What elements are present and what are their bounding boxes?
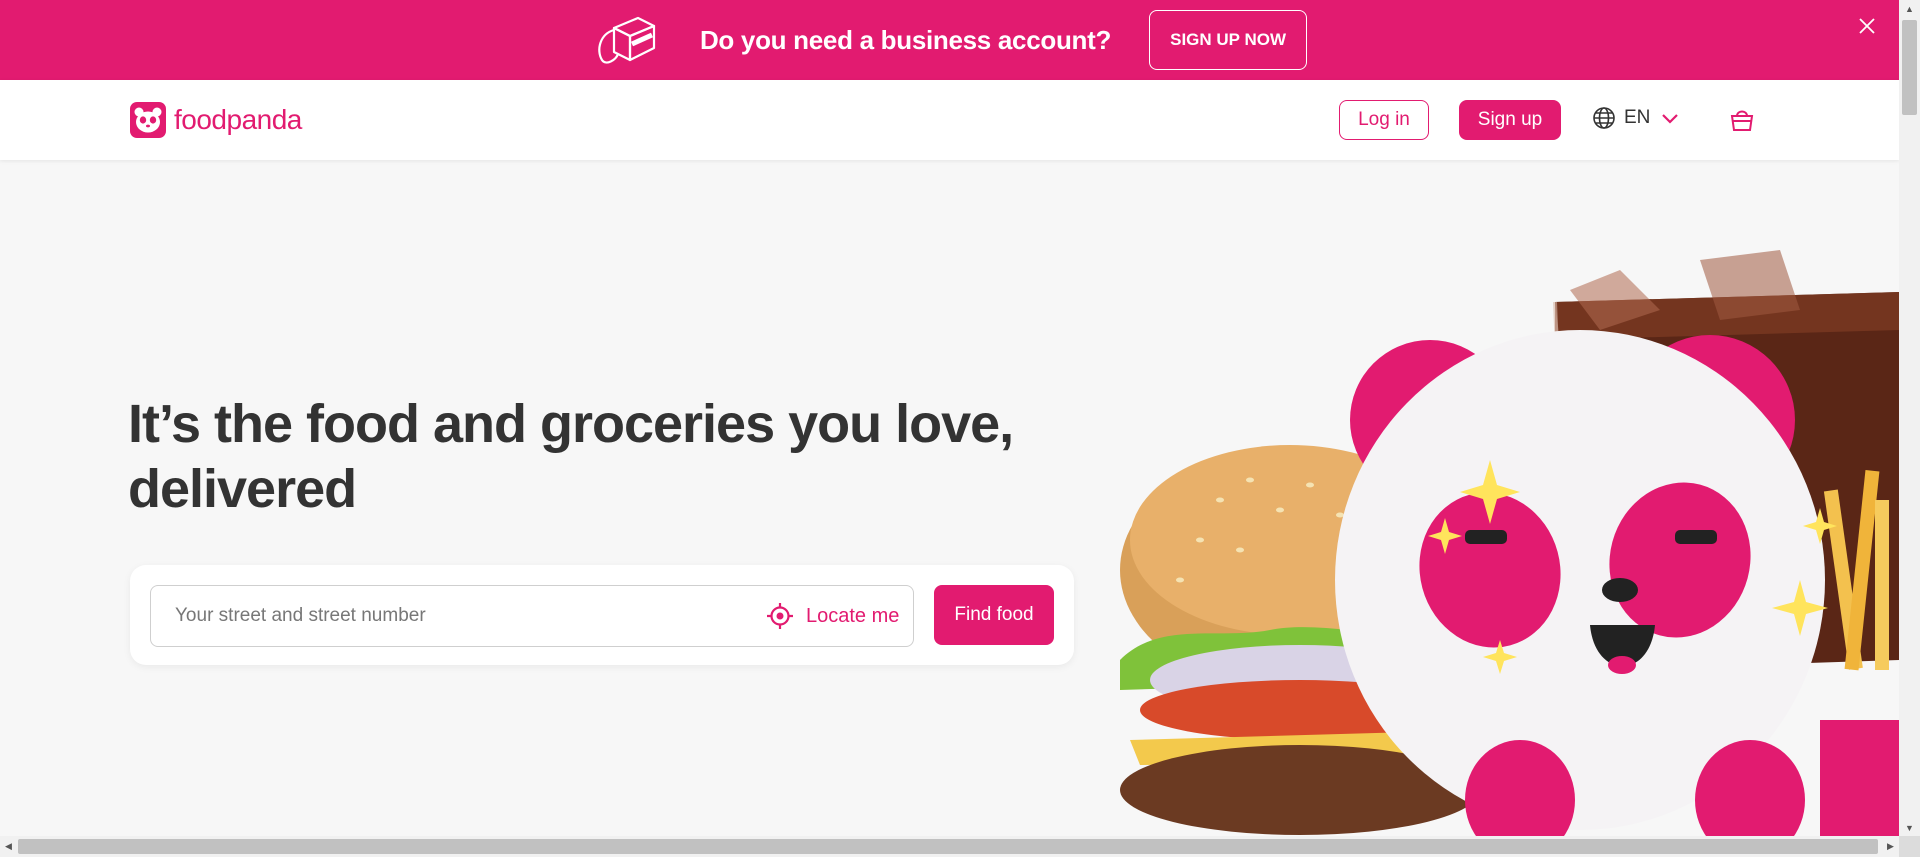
horizontal-scrollbar[interactable]: ◀ ▶ — [0, 836, 1899, 857]
site-header: foodpanda Log in Sign up EN — [0, 80, 1899, 160]
scroll-left-arrow[interactable]: ◀ — [0, 836, 17, 857]
shopping-bag-icon[interactable] — [1728, 106, 1756, 134]
address-input[interactable] — [173, 586, 737, 646]
locate-me-button[interactable]: Locate me — [766, 602, 899, 630]
scroll-right-arrow[interactable]: ▶ — [1882, 836, 1899, 857]
vertical-scroll-thumb[interactable] — [1902, 20, 1917, 115]
chevron-down-icon — [1662, 114, 1679, 124]
language-selector[interactable]: EN — [1592, 106, 1680, 130]
scroll-down-arrow[interactable]: ▼ — [1899, 819, 1920, 836]
close-icon[interactable] — [1855, 14, 1879, 38]
scroll-up-arrow[interactable]: ▲ — [1899, 0, 1920, 17]
locate-me-label: Locate me — [806, 604, 900, 627]
promo-text: Do you need a business account? — [699, 24, 1112, 55]
address-search-box: Locate me — [150, 585, 914, 647]
crosshair-icon — [767, 603, 793, 629]
vertical-scrollbar[interactable]: ▲ ▼ — [1899, 0, 1920, 836]
language-label: EN — [1624, 107, 1651, 128]
promo-signup-button[interactable]: SIGN UP NOW — [1149, 10, 1308, 70]
horizontal-scroll-thumb[interactable] — [18, 839, 1878, 854]
panda-logo-icon — [130, 102, 166, 138]
brand-logo[interactable]: foodpanda — [130, 102, 302, 138]
find-food-button[interactable]: Find food — [934, 585, 1054, 645]
panda-mascot-illustration — [1335, 330, 1837, 836]
scrollbar-corner — [1899, 836, 1920, 857]
address-search-card: Locate me Find food — [130, 565, 1074, 665]
promo-banner: Do you need a business account? SIGN UP … — [0, 0, 1899, 80]
globe-icon — [1593, 107, 1615, 129]
delivery-bag-icon — [598, 16, 656, 64]
brand-name: foodpanda — [174, 104, 302, 135]
panda-burger-drink-illustration — [1120, 250, 1899, 836]
signup-button[interactable]: Sign up — [1459, 100, 1561, 140]
login-button[interactable]: Log in — [1339, 100, 1429, 140]
hero-title: It’s the food and groceries you love, de… — [128, 394, 1014, 519]
